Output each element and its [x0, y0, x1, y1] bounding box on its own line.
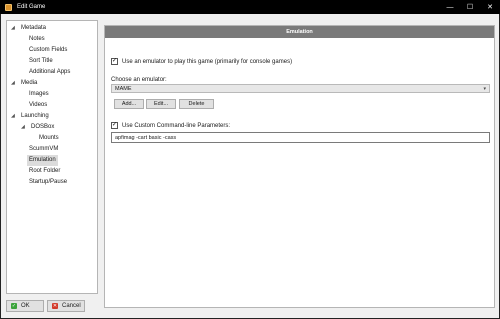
use-emulator-label: Use an emulator to play this game (prima…: [122, 58, 293, 65]
ok-button[interactable]: ✓ OK: [6, 300, 44, 312]
title-bar[interactable]: Edit Game — ☐ ✕: [0, 0, 500, 14]
use-emulator-row[interactable]: ✓ Use an emulator to play this game (pri…: [111, 58, 292, 65]
panel-header: Emulation: [105, 26, 494, 38]
tree-item-custom-fields[interactable]: Custom Fields: [7, 45, 97, 56]
tree-item-videos[interactable]: Videos: [7, 100, 97, 111]
emulation-panel: Emulation ✓ Use an emulator to play this…: [104, 25, 495, 308]
custom-cmd-checkbox[interactable]: ✓: [111, 122, 118, 129]
expanded-arrow-icon[interactable]: ◢: [21, 122, 25, 133]
custom-cmd-row[interactable]: ✓ Use Custom Command-line Parameters:: [111, 122, 230, 129]
custom-cmd-input[interactable]: apfimag -cart basic -cass: [111, 132, 490, 143]
window-title: Edit Game: [17, 4, 46, 10]
minimize-button[interactable]: —: [440, 0, 460, 14]
navigation-tree: ◢ Metadata Notes Custom Fields Sort Titl…: [6, 20, 98, 294]
dialog-body: ◢ Metadata Notes Custom Fields Sort Titl…: [0, 14, 500, 319]
expanded-arrow-icon[interactable]: ◢: [11, 78, 15, 89]
tree-item-emulation[interactable]: Emulation: [7, 155, 97, 166]
edit-emulator-button[interactable]: Edit...: [146, 99, 176, 109]
check-icon: ✓: [11, 303, 17, 309]
tree-item-launching[interactable]: ◢ Launching: [7, 111, 97, 122]
custom-cmd-label: Use Custom Command-line Parameters:: [122, 122, 231, 129]
use-emulator-checkbox[interactable]: ✓: [111, 58, 118, 65]
app-icon: [5, 3, 12, 11]
close-button[interactable]: ✕: [480, 0, 500, 14]
cross-icon: ✕: [52, 303, 58, 309]
emulator-dropdown[interactable]: MAME ▾: [111, 84, 490, 93]
tree-item-root-folder[interactable]: Root Folder: [7, 166, 97, 177]
tree-item-mounts[interactable]: Mounts: [7, 133, 97, 144]
tree-item-metadata[interactable]: ◢ Metadata: [7, 23, 97, 34]
tree-item-dosbox[interactable]: ◢ DOSBox: [7, 122, 97, 133]
chevron-down-icon: ▾: [483, 86, 486, 92]
emulator-selected-value: MAME: [115, 86, 132, 92]
tree-item-notes[interactable]: Notes: [7, 34, 97, 45]
add-emulator-button[interactable]: Add...: [114, 99, 144, 109]
expanded-arrow-icon[interactable]: ◢: [11, 23, 15, 34]
choose-emulator-label: Choose an emulator:: [111, 77, 167, 83]
cancel-label: Cancel: [62, 303, 81, 309]
tree-item-scummvm[interactable]: ScummVM: [7, 144, 97, 155]
maximize-button[interactable]: ☐: [460, 0, 480, 14]
tree-item-images[interactable]: Images: [7, 89, 97, 100]
choose-emulator-row: Choose an emulator:: [111, 77, 167, 83]
tree-item-sort-title[interactable]: Sort Title: [7, 56, 97, 67]
tree-item-media[interactable]: ◢ Media: [7, 78, 97, 89]
expanded-arrow-icon[interactable]: ◢: [11, 111, 15, 122]
cancel-button[interactable]: ✕ Cancel: [47, 300, 85, 312]
delete-emulator-button[interactable]: Delete: [179, 99, 214, 109]
tree-item-additional-apps[interactable]: Additional Apps: [7, 67, 97, 78]
ok-label: OK: [21, 303, 30, 309]
tree-item-startup-pause[interactable]: Startup/Pause: [7, 177, 97, 188]
